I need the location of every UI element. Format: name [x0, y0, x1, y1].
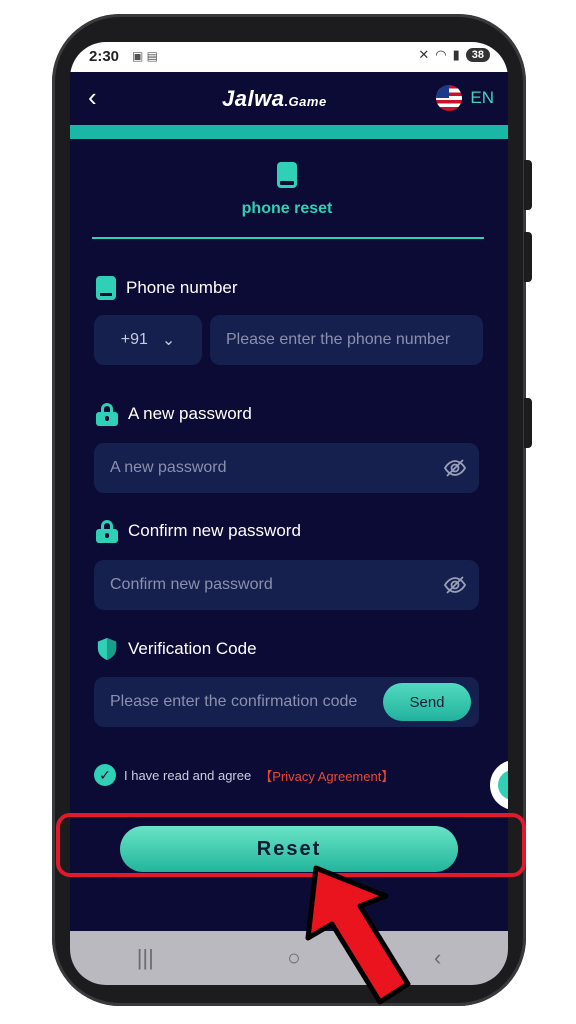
language-label: EN	[470, 88, 494, 107]
lock-icon	[96, 403, 118, 426]
status-bar: 2:30 ▣ ▤ ✕ ◠ ▮ 38	[70, 42, 508, 72]
chevron-down-icon: ⌄	[161, 332, 176, 349]
volume-down-button	[524, 232, 532, 282]
language-selector[interactable]: EN	[436, 85, 494, 111]
confirm-password-placeholder: Confirm new password	[110, 576, 273, 593]
mute-icon: ✕	[418, 47, 430, 62]
pointer-arrow-icon	[305, 865, 411, 1005]
confirm-password-label: Confirm new password	[96, 520, 301, 543]
shield-icon	[97, 638, 117, 660]
country-code-select[interactable]: +91 ⌄	[94, 315, 202, 365]
privacy-agreement-link[interactable]: 【Privacy Agreement】	[259, 766, 394, 785]
new-password-input[interactable]: A new password	[94, 443, 479, 493]
brand-logo: Jalwa.Game	[222, 86, 327, 112]
new-password-label-text: A new password	[128, 404, 252, 423]
tab-phone-reset[interactable]: phone reset	[92, 162, 482, 240]
verification-label-text: Verification Code	[128, 639, 257, 658]
agree-checkbox[interactable]: ✓	[94, 764, 116, 786]
tab-underline	[92, 237, 484, 239]
send-code-button[interactable]: Send	[383, 683, 471, 721]
confirm-password-input[interactable]: Confirm new password	[94, 560, 479, 610]
android-nav-bar: ||| ○ ‹	[70, 931, 508, 985]
phone-label-text: Phone number	[126, 278, 238, 297]
floating-service-button[interactable]	[490, 760, 508, 810]
phone-placeholder: Please enter the phone number	[226, 331, 451, 348]
phone-number-input[interactable]: Please enter the phone number	[210, 315, 483, 365]
verification-code-label: Verification Code	[96, 637, 257, 661]
signal-icon: ▮	[452, 47, 460, 62]
eye-off-icon[interactable]	[443, 456, 467, 480]
reset-highlight-box	[56, 813, 526, 877]
new-password-placeholder: A new password	[110, 459, 227, 476]
volume-up-button	[524, 160, 532, 210]
verification-code-input[interactable]: Please enter the confirmation code Send	[94, 677, 479, 727]
power-button	[524, 398, 532, 448]
verification-placeholder: Please enter the confirmation code	[110, 693, 358, 710]
agree-text: I have read and agree	[124, 767, 252, 783]
battery-indicator: 38	[465, 48, 490, 62]
wifi-icon: ◠	[435, 47, 447, 62]
phone-icon	[277, 162, 297, 188]
tab-label: phone reset	[241, 200, 333, 217]
app-header: ‹ Jalwa.Game EN	[70, 72, 508, 124]
eye-off-icon[interactable]	[443, 573, 467, 597]
chevron-left-icon: ‹	[88, 82, 97, 112]
phone-icon	[96, 276, 116, 300]
notification-icons: ▣ ▤	[132, 49, 159, 63]
us-flag-icon	[436, 85, 463, 111]
lock-icon	[96, 520, 118, 543]
privacy-agreement-row: ✓ I have read and agree 【Privacy Agreeme…	[94, 764, 394, 786]
confirm-password-label-text: Confirm new password	[128, 521, 301, 540]
recent-apps-icon[interactable]: |||	[137, 945, 154, 971]
brand-suffix: .Game	[284, 94, 327, 109]
status-right: ✕ ◠ ▮ 38	[418, 47, 490, 63]
country-code-value: +91	[120, 331, 148, 348]
header-accent-bar	[70, 125, 508, 139]
new-password-label: A new password	[96, 403, 252, 426]
brand-name: Jalwa	[222, 86, 285, 111]
back-button[interactable]: ‹	[88, 84, 97, 110]
phone-number-label: Phone number	[96, 276, 238, 300]
status-time: 2:30	[89, 48, 120, 65]
